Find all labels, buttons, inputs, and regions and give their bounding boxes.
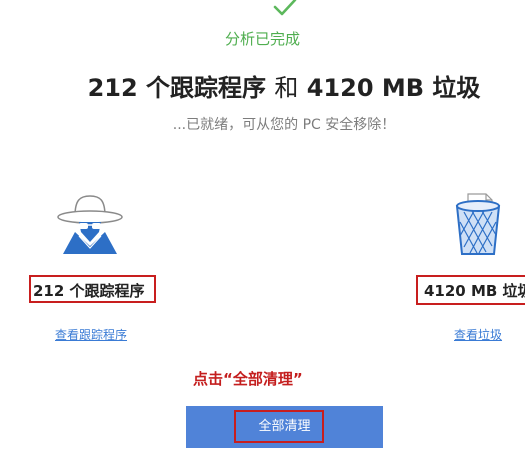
headline-junk: 4120 MB 垃圾 [306, 74, 481, 102]
page-title: 212 个跟踪程序 和 4120 MB 垃圾 [0, 68, 525, 103]
trash-icon [455, 193, 501, 255]
headline-trackers: 212 个跟踪程序 [87, 74, 267, 102]
clean-instruction: 点击“全部清理” [193, 370, 303, 388]
subtitle: ...已就绪，可从您的 PC 安全移除！ [172, 117, 396, 133]
view-trackers-link[interactable]: 查看跟踪程序 [55, 326, 127, 343]
headline-conjunction: 和 [274, 74, 299, 102]
view-junk-link[interactable]: 查看垃圾 [454, 326, 502, 343]
spy-icon [57, 195, 123, 254]
check-icon [273, 0, 297, 16]
trackers-count-highlight [29, 275, 156, 303]
clean-button-highlight [234, 410, 324, 443]
analysis-status: 分析已完成 [224, 30, 300, 48]
junk-count-highlight [416, 275, 525, 305]
